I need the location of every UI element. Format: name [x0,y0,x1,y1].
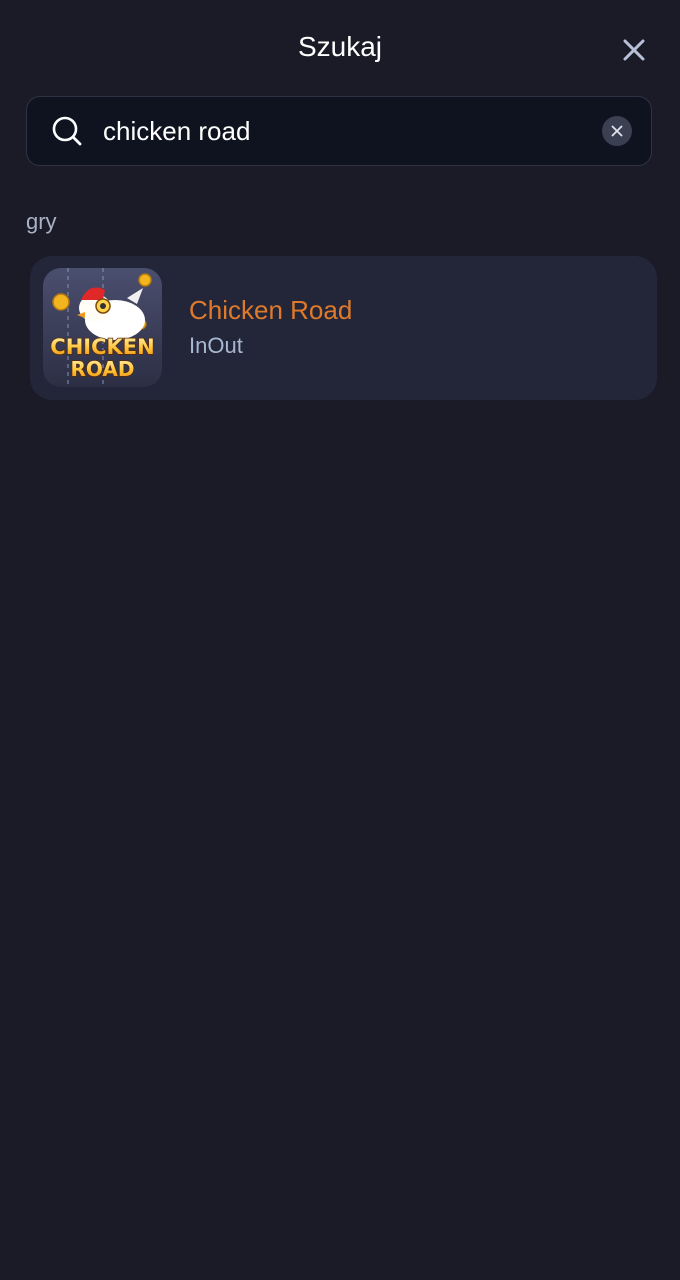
svg-text:CHICKEN: CHICKEN [50,335,154,359]
search-input[interactable] [103,111,583,151]
close-icon [623,39,645,61]
game-title: Chicken Road [189,295,353,325]
search-page: Szukaj gry [0,0,680,1280]
chicken-road-logo: CHICKEN ROAD [43,268,162,387]
search-icon [52,116,82,146]
game-thumbnail: CHICKEN ROAD [43,268,162,387]
game-provider: InOut [189,333,243,358]
search-bar [26,96,652,166]
section-label-games: gry [26,209,57,234]
svg-text:ROAD: ROAD [71,357,135,381]
close-button[interactable] [614,30,654,70]
page-title: Szukaj [297,31,383,62]
clear-icon [611,125,623,137]
clear-search-button[interactable] [602,116,632,146]
game-result-card[interactable]: CHICKEN ROAD Chicken Road InOut [30,256,657,400]
